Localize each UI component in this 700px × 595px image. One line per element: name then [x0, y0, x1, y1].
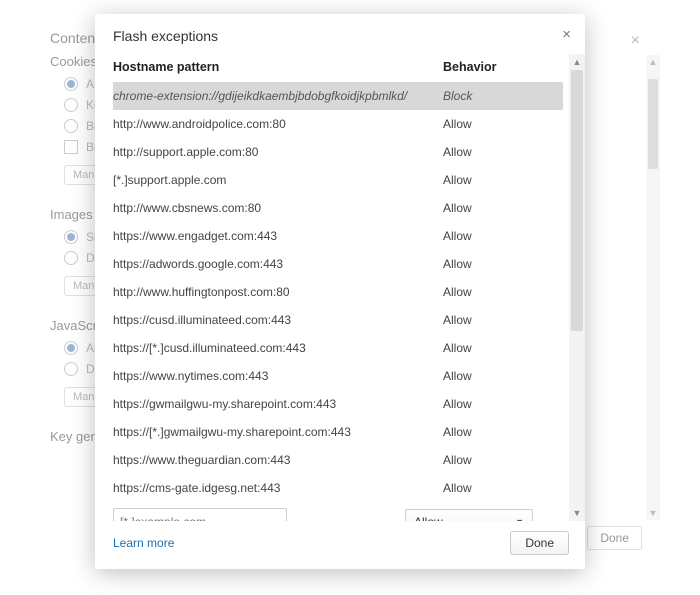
exception-hostname: https://www.engadget.com:443	[113, 229, 443, 243]
exception-behavior: Allow	[443, 397, 563, 411]
exception-hostname: chrome-extension://gdijeikdkaembjbdobgfk…	[113, 89, 443, 103]
exception-hostname: https://www.nytimes.com:443	[113, 369, 443, 383]
radio-icon[interactable]	[64, 341, 78, 355]
exception-row[interactable]: https://gwmailgwu-my.sharepoint.com:443A…	[113, 390, 563, 418]
radio-icon[interactable]	[64, 77, 78, 91]
exception-hostname: https://cusd.illuminateed.com:443	[113, 313, 443, 327]
dialog-header: Flash exceptions ×	[95, 14, 585, 54]
exception-hostname: [*.]support.apple.com	[113, 173, 443, 187]
exception-behavior: Allow	[443, 145, 563, 159]
exception-behavior: Allow	[443, 285, 563, 299]
exception-row[interactable]: https://cusd.illuminateed.com:443Allow	[113, 306, 563, 334]
exception-hostname: https://[*.]cusd.illuminateed.com:443	[113, 341, 443, 355]
exception-hostname: http://www.huffingtonpost.com:80	[113, 285, 443, 299]
backdrop: × ▲ ▼ Content Cookies A Ke Bl Blo Man Im…	[0, 0, 700, 595]
exceptions-list: Hostname pattern Behavior chrome-extensi…	[113, 54, 563, 521]
dialog-footer: Learn more Done	[95, 521, 585, 569]
close-icon[interactable]: ×	[562, 26, 571, 43]
bg-scroll-thumb[interactable]	[648, 79, 658, 169]
exception-behavior: Allow	[443, 341, 563, 355]
column-header-behavior: Behavior	[443, 60, 563, 74]
exception-behavior: Allow	[443, 453, 563, 467]
exception-row[interactable]: https://adwords.google.com:443Allow	[113, 250, 563, 278]
exception-row[interactable]: https://[*.]cusd.illuminateed.com:443All…	[113, 334, 563, 362]
exception-behavior: Allow	[443, 369, 563, 383]
exception-hostname: http://support.apple.com:80	[113, 145, 443, 159]
exception-row[interactable]: https://cms-gate.idgesg.net:443Allow	[113, 474, 563, 502]
exception-row[interactable]: https://www.nytimes.com:443Allow	[113, 362, 563, 390]
exception-row[interactable]: http://www.androidpolice.com:80Allow	[113, 110, 563, 138]
exception-behavior: Allow	[443, 201, 563, 215]
exception-behavior: Allow	[443, 257, 563, 271]
done-button[interactable]: Done	[510, 531, 569, 555]
exception-hostname: http://www.androidpolice.com:80	[113, 117, 443, 131]
exception-hostname: https://gwmailgwu-my.sharepoint.com:443	[113, 397, 443, 411]
exception-hostname: https://www.theguardian.com:443	[113, 453, 443, 467]
exception-hostname: http://www.cbsnews.com:80	[113, 201, 443, 215]
radio-icon[interactable]	[64, 251, 78, 265]
radio-icon[interactable]	[64, 98, 78, 112]
radio-icon[interactable]	[64, 119, 78, 133]
exception-behavior: Allow	[443, 425, 563, 439]
exception-hostname: https://cms-gate.idgesg.net:443	[113, 481, 443, 495]
bg-opt: A	[86, 77, 94, 91]
scroll-down-icon[interactable]: ▼	[569, 505, 585, 521]
exception-row[interactable]: https://www.engadget.com:443Allow	[113, 222, 563, 250]
dialog-title: Flash exceptions	[113, 28, 218, 44]
exception-behavior: Allow	[443, 313, 563, 327]
checkbox-icon[interactable]	[64, 140, 78, 154]
add-exception-row: Allow ▼	[113, 508, 563, 521]
dialog-scrollbar[interactable]: ▲ ▼	[569, 54, 585, 521]
exception-hostname: https://adwords.google.com:443	[113, 257, 443, 271]
bg-scroll-up-icon[interactable]: ▲	[646, 55, 660, 69]
exception-row[interactable]: [*.]support.apple.comAllow	[113, 166, 563, 194]
hostname-input[interactable]	[113, 508, 287, 521]
behavior-select[interactable]: Allow ▼	[405, 509, 533, 521]
bg-scroll-down-icon[interactable]: ▼	[646, 506, 660, 520]
exception-row[interactable]: http://support.apple.com:80Allow	[113, 138, 563, 166]
radio-icon[interactable]	[64, 362, 78, 376]
learn-more-link[interactable]: Learn more	[113, 536, 174, 550]
exception-hostname: https://[*.]gwmailgwu-my.sharepoint.com:…	[113, 425, 443, 439]
column-header-hostname: Hostname pattern	[113, 60, 443, 74]
exception-behavior: Allow	[443, 173, 563, 187]
exception-behavior: Allow	[443, 229, 563, 243]
exception-behavior: Allow	[443, 117, 563, 131]
exception-row[interactable]: chrome-extension://gdijeikdkaembjbdobgfk…	[113, 82, 563, 110]
bg-done-button[interactable]: Done	[587, 526, 642, 550]
radio-icon[interactable]	[64, 230, 78, 244]
bg-close-icon[interactable]: ×	[631, 32, 640, 50]
exception-row[interactable]: http://www.huffingtonpost.com:80Allow	[113, 278, 563, 306]
bg-scrollbar[interactable]: ▲ ▼	[646, 55, 660, 520]
exception-row[interactable]: https://[*.]gwmailgwu-my.sharepoint.com:…	[113, 418, 563, 446]
exception-row[interactable]: https://www.theguardian.com:443Allow	[113, 446, 563, 474]
exception-row[interactable]: http://www.cbsnews.com:80Allow	[113, 194, 563, 222]
scroll-thumb[interactable]	[571, 70, 583, 331]
flash-exceptions-dialog: Flash exceptions × Hostname pattern Beha…	[95, 14, 585, 569]
exception-behavior: Block	[443, 89, 563, 103]
scroll-up-icon[interactable]: ▲	[569, 54, 585, 70]
exception-behavior: Allow	[443, 481, 563, 495]
